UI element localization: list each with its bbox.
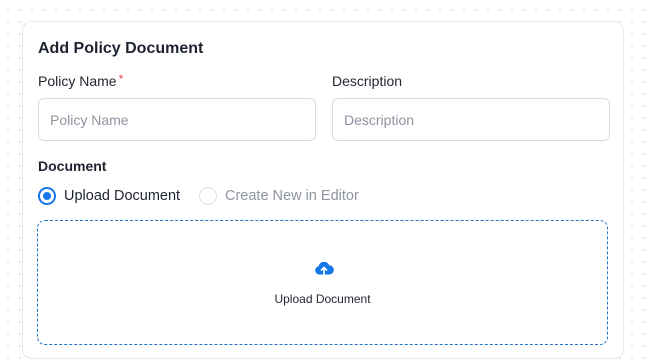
cloud-upload-icon (315, 261, 334, 276)
add-policy-document-card: Add Policy Document Policy Name* Descrip… (22, 21, 624, 359)
radio-upload-document-label: Upload Document (64, 188, 181, 204)
radio-selected-icon[interactable] (38, 187, 56, 205)
description-label: Description (332, 73, 403, 89)
radio-create-new-in-editor-label: Create New in Editor (225, 188, 359, 204)
page-title: Add Policy Document (38, 40, 204, 57)
upload-document-label: Upload Document (274, 292, 371, 306)
policy-name-label: Policy Name * (38, 72, 124, 89)
required-indicator: * (118, 72, 124, 86)
document-section-label: Document (38, 158, 107, 174)
radio-upload-document[interactable]: Upload Document (38, 185, 180, 207)
radio-create-new-in-editor[interactable]: Create New in Editor (199, 185, 359, 207)
policy-name-input[interactable] (38, 98, 316, 141)
upload-dropzone[interactable]: Upload Document (37, 220, 608, 345)
description-input[interactable] (332, 98, 610, 141)
radio-unselected-icon[interactable] (199, 187, 217, 205)
policy-name-label-text: Policy Name (38, 73, 117, 89)
